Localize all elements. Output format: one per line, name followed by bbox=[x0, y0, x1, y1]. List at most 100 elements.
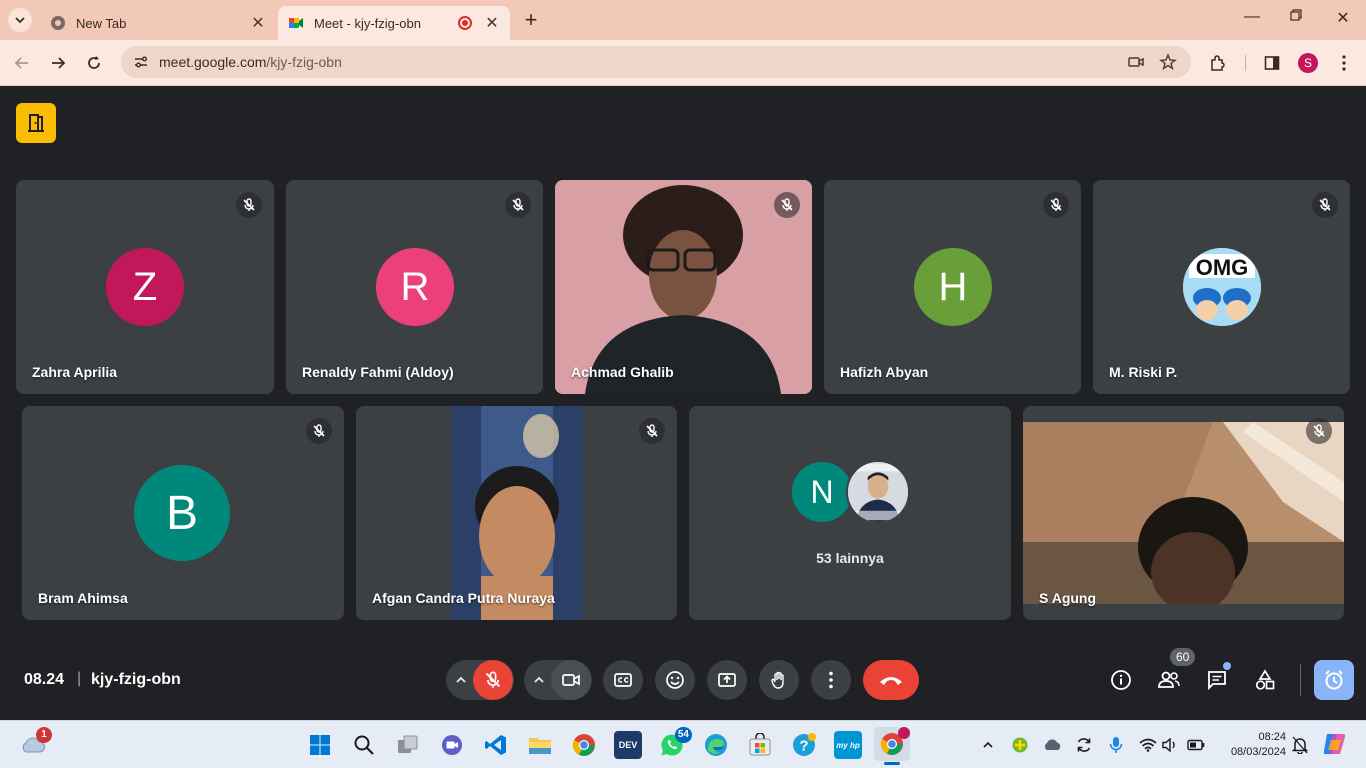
url-path: /kjy-fzig-obn bbox=[266, 54, 342, 70]
taskbar-app-myhp[interactable]: my hp bbox=[834, 731, 862, 759]
host-controls-button[interactable] bbox=[1314, 660, 1354, 700]
participant-tile-achmad[interactable]: Achmad Ghalib bbox=[555, 180, 812, 394]
mic-off-icon bbox=[236, 192, 262, 218]
extensions-icon[interactable] bbox=[1207, 52, 1229, 74]
participant-name: Bram Ahimsa bbox=[38, 590, 128, 606]
forward-arrow-icon[interactable] bbox=[47, 52, 69, 74]
copilot-icon[interactable] bbox=[1322, 732, 1348, 756]
search-icon bbox=[354, 735, 374, 755]
onedrive-icon[interactable] bbox=[1042, 735, 1062, 755]
address-bar[interactable]: meet.google.com/kjy-fzig-obn bbox=[121, 46, 1191, 78]
taskbar-app-dev[interactable]: DEV bbox=[614, 731, 642, 759]
avatar: OMG bbox=[1183, 248, 1261, 326]
microphone-icon[interactable] bbox=[1106, 735, 1126, 755]
avatar-photo bbox=[846, 460, 910, 524]
close-window-icon[interactable]: ✕ bbox=[1333, 8, 1353, 28]
taskbar-app-chat[interactable] bbox=[438, 731, 466, 759]
system-clock[interactable]: 08:24 08/03/2024 bbox=[1214, 730, 1286, 760]
taskbar-app-store[interactable] bbox=[746, 731, 774, 759]
taskbar-app-whatsapp[interactable]: 54 bbox=[658, 727, 692, 759]
participant-video bbox=[1023, 422, 1344, 604]
weather-widget[interactable]: 1 bbox=[18, 727, 52, 759]
leave-call-button[interactable] bbox=[863, 660, 919, 700]
tab-title: New Tab bbox=[76, 15, 127, 31]
show-hidden-icons-button[interactable] bbox=[978, 735, 998, 755]
back-arrow-icon[interactable] bbox=[11, 52, 33, 74]
tray-app-icon[interactable] bbox=[1010, 735, 1030, 755]
captions-button[interactable] bbox=[603, 660, 643, 700]
mic-toggle-button[interactable] bbox=[473, 660, 513, 700]
tab-meet[interactable]: Meet - kjy-fzig-obn ✕ bbox=[278, 6, 510, 40]
minimize-icon[interactable]: — bbox=[1242, 8, 1262, 26]
camera-permission-icon[interactable] bbox=[1127, 53, 1145, 71]
present-screen-button[interactable] bbox=[707, 660, 747, 700]
taskbar-app-chrome[interactable] bbox=[570, 731, 598, 759]
store-icon bbox=[749, 733, 771, 756]
chrome-icon bbox=[572, 734, 595, 756]
chrome-icon bbox=[51, 16, 65, 30]
green-circle-icon bbox=[1012, 737, 1028, 753]
close-tab-icon[interactable]: ✕ bbox=[484, 13, 500, 33]
close-tab-icon[interactable]: ✕ bbox=[250, 13, 266, 33]
meeting-details-button[interactable] bbox=[1109, 668, 1133, 692]
meeting-separator: | bbox=[77, 670, 82, 687]
restore-icon[interactable] bbox=[1286, 8, 1306, 26]
participant-tile-sagung[interactable]: S Agung bbox=[1023, 406, 1344, 620]
participant-tile-afgan[interactable]: Afgan Candra Putra Nuraya bbox=[356, 406, 677, 620]
profile-button[interactable]: S bbox=[1297, 52, 1319, 74]
avatar: B bbox=[134, 465, 230, 561]
meeting-info-logo[interactable] bbox=[16, 103, 56, 143]
participant-name: Renaldy Fahmi (Aldoy) bbox=[302, 364, 454, 380]
toolbar-divider bbox=[1245, 55, 1246, 71]
audio-options-button[interactable] bbox=[446, 660, 476, 700]
new-tab-button[interactable]: + bbox=[520, 8, 542, 32]
reload-icon[interactable] bbox=[83, 52, 105, 74]
taskbar-app-vscode[interactable] bbox=[482, 731, 510, 759]
info-icon bbox=[1111, 670, 1131, 690]
chevron-down-icon bbox=[15, 17, 25, 24]
avatar-logo-text: OMG bbox=[1196, 255, 1249, 280]
task-view-button[interactable] bbox=[394, 731, 422, 759]
chat-button[interactable] bbox=[1205, 662, 1231, 692]
side-panel-icon[interactable] bbox=[1261, 52, 1283, 74]
more-options-button[interactable] bbox=[811, 660, 851, 700]
chevron-up-icon bbox=[983, 741, 993, 748]
people-button[interactable] bbox=[1157, 668, 1181, 692]
battery-icon[interactable] bbox=[1186, 735, 1206, 755]
tab-search-button[interactable] bbox=[8, 8, 32, 32]
start-button[interactable] bbox=[306, 731, 334, 759]
volume-icon[interactable] bbox=[1160, 735, 1180, 755]
site-settings-icon[interactable] bbox=[133, 54, 149, 70]
participant-tile-riski[interactable]: OMG M. Riski P. bbox=[1093, 180, 1350, 394]
chrome-menu-icon[interactable] bbox=[1333, 52, 1355, 74]
raise-hand-button[interactable] bbox=[759, 660, 799, 700]
chevron-up-icon bbox=[456, 676, 466, 683]
activities-button[interactable] bbox=[1253, 668, 1277, 692]
bookmark-star-icon[interactable] bbox=[1159, 53, 1177, 71]
taskbar-app-file-explorer[interactable] bbox=[526, 731, 554, 759]
camera-toggle-button[interactable] bbox=[551, 660, 591, 700]
taskbar-app-chrome-profile[interactable] bbox=[874, 727, 910, 765]
participant-name: Hafizh Abyan bbox=[840, 364, 929, 380]
url-text: meet.google.com/kjy-fzig-obn bbox=[159, 54, 342, 70]
participant-tile-bram[interactable]: B Bram Ahimsa bbox=[22, 406, 344, 620]
participant-name: Zahra Aprilia bbox=[32, 364, 118, 380]
sync-icon[interactable] bbox=[1074, 735, 1094, 755]
weather-badge: 1 bbox=[36, 727, 52, 743]
participant-tile-others[interactable]: N 53 lainnya bbox=[689, 406, 1011, 620]
notification-bell-icon[interactable] bbox=[1290, 735, 1310, 755]
wifi-icon[interactable] bbox=[1138, 735, 1158, 755]
video-options-button[interactable] bbox=[524, 660, 554, 700]
participant-tile-zahra[interactable]: Z Zahra Aprilia bbox=[16, 180, 274, 394]
participant-tile-renaldy[interactable]: R Renaldy Fahmi (Aldoy) bbox=[286, 180, 543, 394]
taskbar-app-edge[interactable] bbox=[702, 731, 730, 759]
participant-tile-hafizh[interactable]: H Hafizh Abyan bbox=[824, 180, 1081, 394]
camera-control-group bbox=[524, 660, 592, 700]
taskbar-app-help[interactable]: ? bbox=[790, 731, 818, 759]
tab-new-tab[interactable]: New Tab ✕ bbox=[40, 6, 276, 40]
search-button[interactable] bbox=[350, 731, 378, 759]
reactions-button[interactable] bbox=[655, 660, 695, 700]
mic-off-icon bbox=[485, 671, 501, 688]
google-meet-icon bbox=[289, 18, 303, 28]
avatar: R bbox=[376, 248, 454, 326]
